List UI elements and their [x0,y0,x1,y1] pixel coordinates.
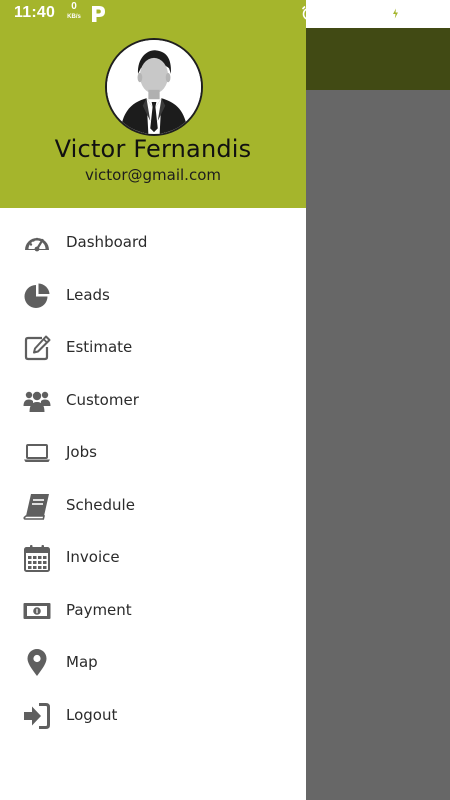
menu-item-schedule[interactable]: Schedule [0,479,306,532]
menu-item-jobs[interactable]: Jobs [0,426,306,479]
network-speed-unit: KB/s [67,14,81,20]
calendar-icon [22,543,52,573]
menu-item-customer[interactable]: Customer [0,374,306,427]
drawer-header: Victor Fernandis victor@gmail.com [0,0,306,208]
menu-item-logout[interactable]: Logout [0,689,306,742]
network-speed: 0 KB/s [64,1,84,21]
drawer-menu: Dashboard Leads Estimate Customer Jobs S… [0,216,306,741]
menu-item-label: Leads [66,285,110,304]
money-bill-icon [22,596,52,626]
background-toolbar [306,28,450,90]
parking-p-icon [90,5,106,23]
speedometer-icon [22,228,52,258]
screen: Victor Fernandis victor@gmail.com Dashbo… [0,0,450,800]
menu-item-leads[interactable]: Leads [0,269,306,322]
menu-item-map[interactable]: Map [0,636,306,689]
book-icon [22,491,52,521]
menu-item-label: Jobs [66,443,97,461]
menu-item-label: Map [66,653,98,671]
menu-item-estimate[interactable]: Estimate [0,321,306,374]
alarm-icon [301,5,317,21]
menu-item-label: Estimate [66,338,133,356]
sign-out-icon [22,701,52,731]
menu-item-label: Payment [66,600,132,619]
menu-item-label: Dashboard [66,233,148,251]
battery-charging-icon [390,4,400,21]
menu-item-label: Invoice [66,548,120,566]
battery-percent: 78% [405,4,436,21]
menu-item-invoice[interactable]: Invoice [0,531,306,584]
menu-item-label: Customer [66,390,139,409]
wifi-icon [347,5,365,20]
signal-icon [370,5,385,20]
menu-item-dashboard[interactable]: Dashboard [0,216,306,269]
network-speed-value: 0 [71,1,77,12]
users-icon [22,386,52,416]
pie-chart-icon [22,281,52,311]
user-avatar-icon[interactable] [105,38,203,136]
background-content [306,90,450,800]
edit-icon [22,333,52,363]
menu-item-payment[interactable]: Payment [0,584,306,637]
profile-email: victor@gmail.com [85,166,221,184]
status-bar: 11:40 0 KB/s 78% [0,0,450,28]
menu-item-label: Schedule [66,495,135,514]
vibrate-icon [323,5,341,21]
laptop-icon [22,438,52,468]
profile-name: Victor Fernandis [54,135,252,163]
map-marker-icon [22,648,52,678]
menu-item-label: Logout [66,705,118,724]
navigation-drawer: Victor Fernandis victor@gmail.com Dashbo… [0,0,306,800]
status-time: 11:40 [14,4,56,21]
